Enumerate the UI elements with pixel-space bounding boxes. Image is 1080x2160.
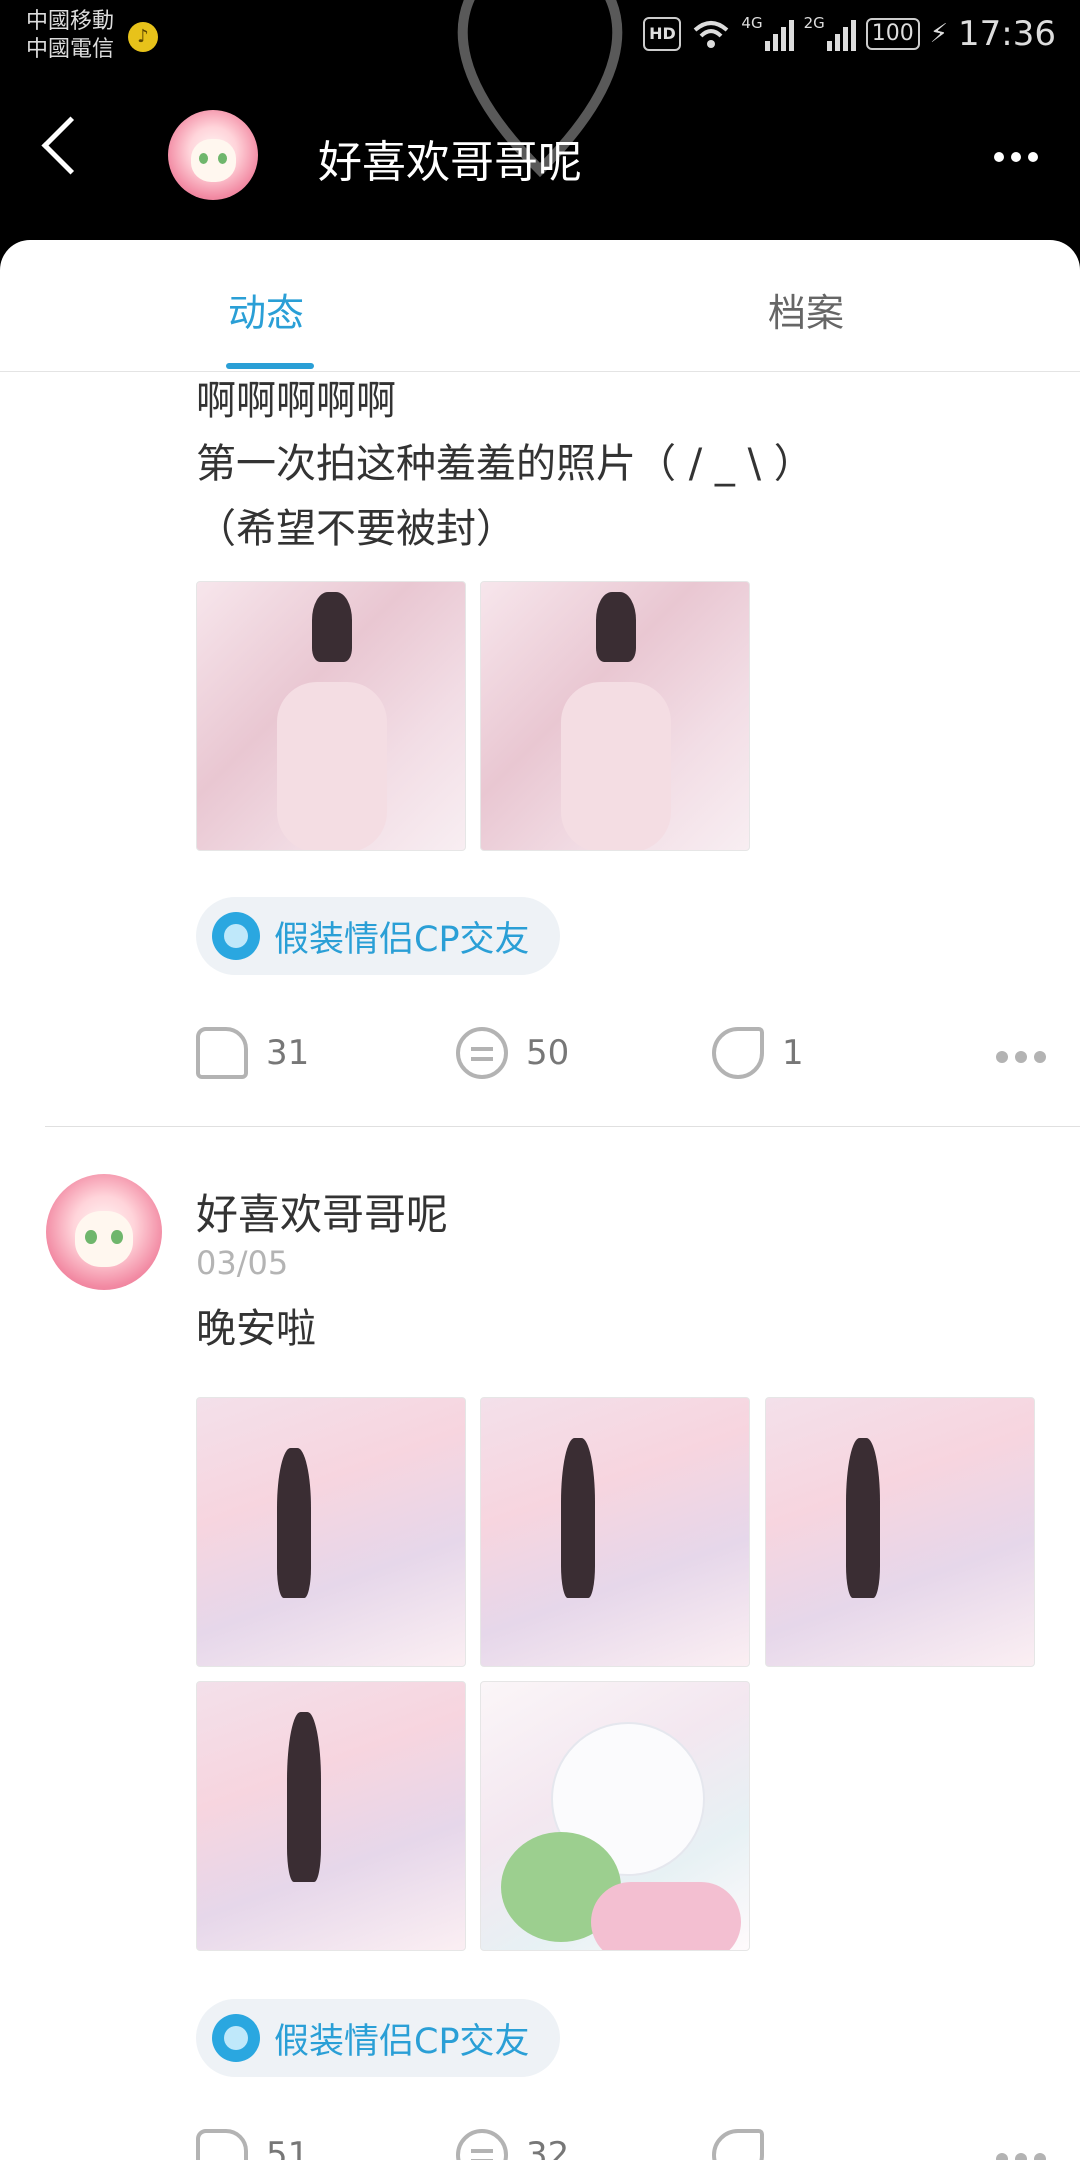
post-image[interactable]	[480, 1681, 750, 1951]
share-icon	[712, 1027, 764, 1079]
avatar[interactable]	[168, 110, 258, 200]
post-image[interactable]	[196, 1397, 466, 1667]
signal-icon	[764, 17, 794, 51]
comment-icon	[456, 1027, 508, 1079]
post-date: 03/05	[196, 1244, 289, 1282]
thumbs-up-icon	[196, 1027, 248, 1079]
share-icon	[712, 2129, 764, 2160]
topic-tag[interactable]: 假装情侣CP交友	[196, 897, 560, 975]
battery-icon: 100	[865, 18, 920, 50]
back-icon[interactable]	[41, 116, 100, 175]
tab-profile[interactable]: 档案	[768, 282, 844, 337]
like-button[interactable]: 51	[196, 2129, 309, 2160]
profile-sheet: 动态 档案 啊啊啊啊啊 第一次拍这种羞羞的照片（ / _ \ ） （希望不要被封…	[0, 240, 1080, 2160]
comment-button[interactable]: 50	[456, 1027, 569, 1079]
clock: 17:36	[958, 14, 1056, 54]
wifi-icon	[694, 21, 729, 48]
hd-icon: HD	[643, 17, 682, 51]
tab-feed[interactable]: 动态	[228, 282, 304, 337]
post-more-icon[interactable]	[996, 1051, 1046, 1063]
post-image[interactable]	[480, 1397, 750, 1667]
topic-icon	[212, 2014, 260, 2062]
comment-count: 32	[526, 2135, 570, 2160]
like-button[interactable]: 31	[196, 1027, 309, 1079]
post-more-icon[interactable]	[996, 2153, 1046, 2160]
network-4g-label: 4G	[741, 14, 763, 32]
comment-icon	[456, 2129, 508, 2160]
post-image[interactable]	[196, 1681, 466, 1951]
like-count: 31	[266, 1033, 310, 1073]
tab-bar: 动态 档案	[0, 240, 1080, 372]
comment-button[interactable]: 32	[456, 2129, 569, 2160]
status-icons: HD 4G 2G 100 ⚡ 17:36	[643, 14, 1056, 54]
post-image[interactable]	[480, 581, 750, 851]
post-actions: 31 50 1	[196, 1027, 1046, 1087]
feed[interactable]: 啊啊啊啊啊 第一次拍这种羞羞的照片（ / _ \ ） （希望不要被封） 假装情侣…	[0, 371, 1080, 2160]
topic-label: 假装情侣CP交友	[274, 2021, 530, 2062]
topic-icon	[212, 912, 260, 960]
author-name[interactable]: 好喜欢哥哥呢	[196, 1181, 448, 1242]
post-actions: 51 32	[196, 2129, 1046, 2160]
post-text: 晚安啦	[196, 1306, 316, 1352]
like-count: 51	[266, 2135, 310, 2160]
music-icon: ♪	[128, 22, 158, 52]
post-divider	[45, 1126, 1080, 1127]
thumbs-up-icon	[196, 2129, 248, 2160]
post-image[interactable]	[765, 1397, 1035, 1667]
comment-count: 50	[526, 1033, 570, 1073]
carrier-1: 中國移動	[26, 9, 115, 34]
post-image[interactable]	[196, 581, 466, 851]
charging-icon: ⚡	[929, 19, 949, 49]
more-icon[interactable]	[994, 152, 1038, 162]
status-carriers: 中國移動 中國電信	[26, 8, 114, 64]
topic-label: 假装情侣CP交友	[274, 919, 530, 960]
signal-icon	[826, 17, 856, 51]
share-button[interactable]: 1	[712, 1027, 804, 1079]
share-button[interactable]	[712, 2129, 782, 2160]
topic-tag[interactable]: 假装情侣CP交友	[196, 1999, 560, 2077]
carrier-2: 中國電信	[26, 37, 115, 62]
top-bar: 中國移動 中國電信 ♪ HD 4G 2G 100 ⚡ 17:36 好喜欢哥哥呢	[0, 0, 1080, 260]
post-text-line: （希望不要被封）	[196, 506, 516, 552]
post-text-line: 啊啊啊啊啊	[196, 378, 396, 424]
page-title: 好喜欢哥哥呢	[318, 137, 582, 188]
network-2g-label: 2G	[803, 14, 825, 32]
post-text-line: 第一次拍这种羞羞的照片（ / _ \ ）	[196, 441, 814, 487]
share-count: 1	[782, 1033, 804, 1073]
tab-indicator	[226, 363, 314, 369]
author-avatar[interactable]	[46, 1174, 162, 1290]
